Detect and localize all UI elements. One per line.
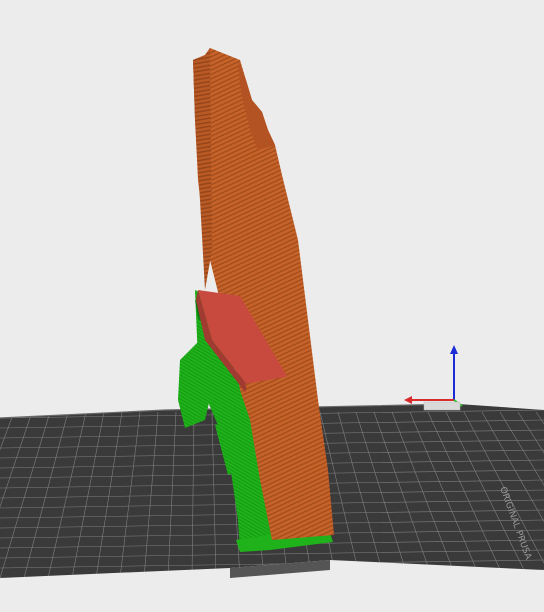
origin-marker (423, 401, 461, 411)
3d-viewport[interactable]: ORIGINAL PRUSA (0, 0, 544, 612)
axis-gizmo (404, 345, 463, 411)
scene-canvas[interactable]: ORIGINAL PRUSA (0, 0, 544, 612)
x-axis-arrow-icon (404, 396, 412, 404)
z-axis-arrow-icon (450, 345, 458, 354)
